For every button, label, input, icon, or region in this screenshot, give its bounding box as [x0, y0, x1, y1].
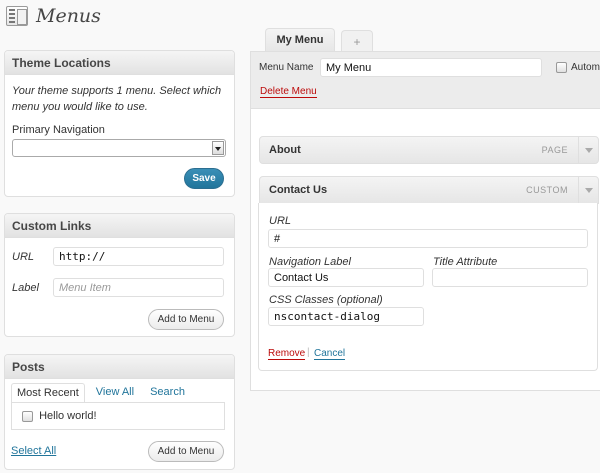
tab-view-all[interactable]: View All	[91, 383, 139, 403]
theme-locations-help: Your theme supports 1 menu. Select which…	[12, 85, 222, 113]
page-header: Menus	[6, 4, 101, 28]
item-title-attr-label: Title Attribute	[433, 256, 498, 268]
menu-name-input[interactable]: My Menu	[320, 58, 542, 77]
item-nav-label-label: Navigation Label	[269, 256, 351, 268]
select-all-link[interactable]: Select All	[11, 445, 56, 457]
primary-navigation-label: Primary Navigation	[12, 124, 105, 136]
post-label: Hello world!	[39, 410, 97, 423]
auto-add-label: Autom	[571, 62, 600, 73]
chevron-down-icon[interactable]	[578, 177, 598, 203]
menu-item-title: Contact Us	[269, 184, 328, 196]
custom-links-heading: Custom Links	[5, 214, 234, 238]
cancel-link[interactable]: Cancel	[314, 348, 346, 360]
menu-item-contact-us[interactable]: Contact Us CUSTOM	[259, 176, 599, 204]
item-url-label: URL	[269, 215, 292, 227]
menu-name-label: Menu Name	[259, 62, 314, 73]
delete-menu-link[interactable]: Delete Menu	[260, 86, 317, 98]
save-button[interactable]: Save	[184, 168, 224, 189]
item-title-attr-input[interactable]	[432, 268, 588, 287]
auto-add-checkbox[interactable]	[556, 62, 567, 73]
item-url-input[interactable]: #	[268, 229, 588, 248]
menu-item-about[interactable]: About PAGE	[259, 136, 599, 164]
menu-item-settings: URL # Navigation Label Contact Us Title …	[258, 203, 598, 371]
tab-my-menu[interactable]: My Menu	[265, 28, 335, 52]
remove-link[interactable]: Remove	[268, 348, 306, 360]
menus-icon	[6, 6, 28, 26]
custom-link-url-input[interactable]: http://	[53, 247, 224, 266]
custom-link-label-label: Label	[12, 282, 39, 294]
custom-link-url-label: URL	[12, 251, 35, 263]
menu-item-type: PAGE	[541, 145, 568, 155]
menu-item-title: About	[269, 144, 301, 156]
add-menu-tab[interactable]: +	[341, 30, 373, 52]
tab-most-recent[interactable]: Most Recent	[11, 383, 85, 403]
menu-item-type: CUSTOM	[526, 185, 568, 195]
primary-navigation-select[interactable]	[12, 139, 226, 157]
post-checkbox[interactable]	[22, 410, 33, 422]
theme-locations-box: Theme Locations Your theme supports 1 me…	[4, 50, 235, 197]
custom-links-add-button[interactable]: Add to Menu	[148, 309, 224, 330]
theme-locations-heading: Theme Locations	[5, 51, 234, 75]
custom-links-box: Custom Links URL http:// Label Menu Item…	[4, 213, 235, 337]
posts-list: Hello world!	[11, 402, 225, 430]
item-css-input[interactable]: nscontact-dialog	[268, 307, 424, 326]
page-title: Menus	[36, 5, 101, 27]
item-css-label: CSS Classes (optional)	[269, 294, 383, 306]
posts-heading: Posts	[5, 355, 234, 379]
posts-tabs: Most Recent View All Search	[11, 383, 196, 403]
list-item[interactable]: Hello world!	[22, 410, 97, 422]
custom-link-label-input[interactable]: Menu Item	[53, 278, 224, 297]
menu-header: Menu Name My Menu Autom Delete Menu	[251, 52, 600, 109]
posts-add-button[interactable]: Add to Menu	[148, 441, 224, 462]
item-nav-label-input[interactable]: Contact Us	[268, 268, 424, 287]
tab-search[interactable]: Search	[145, 383, 190, 403]
chevron-down-icon	[212, 141, 224, 155]
actions-separator: |	[307, 347, 310, 358]
chevron-down-icon[interactable]	[578, 137, 598, 163]
posts-box: Posts Most Recent View All Search Hello …	[4, 354, 235, 470]
